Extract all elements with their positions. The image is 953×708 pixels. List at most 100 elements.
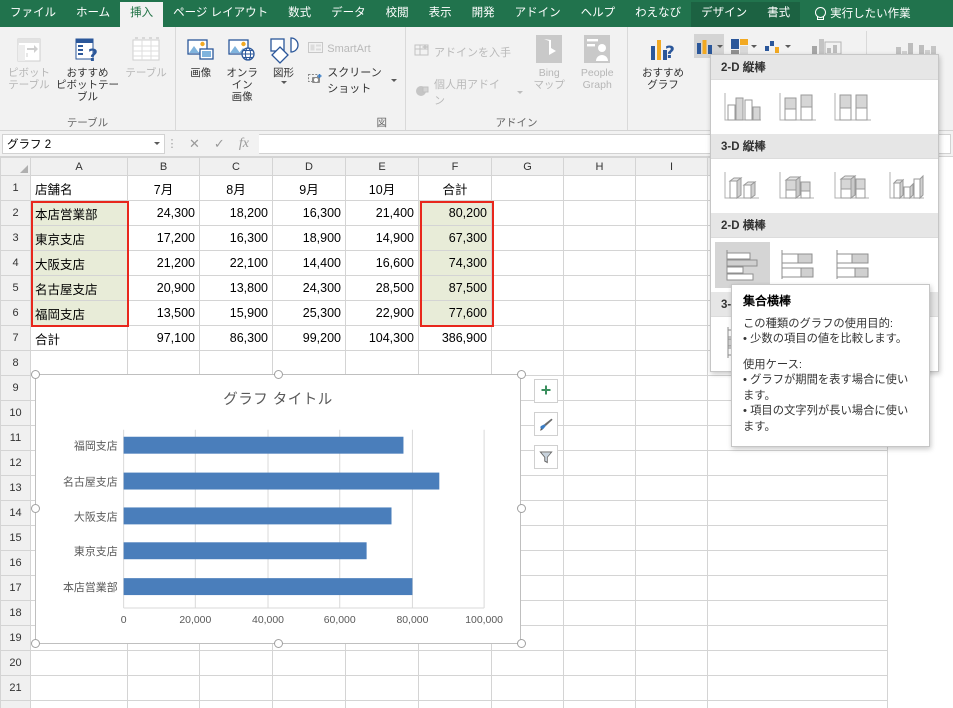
chevron-down-icon[interactable] (516, 90, 523, 94)
cell-b7[interactable]: 97,100 (127, 325, 200, 351)
cell-g22[interactable] (491, 700, 564, 708)
cell-a3[interactable]: 東京支店 (30, 225, 128, 251)
cell-a1[interactable]: 店舗名 (30, 175, 128, 201)
cell-h3[interactable] (563, 225, 636, 251)
cell-b4[interactable]: 21,200 (127, 250, 200, 276)
chevron-down-icon[interactable] (716, 44, 723, 48)
cell-d1[interactable]: 9月 (272, 175, 346, 201)
row-header-14[interactable]: 14 (0, 500, 31, 526)
cell-g1[interactable] (491, 175, 564, 201)
cell-c3[interactable]: 16,300 (199, 225, 273, 251)
cell-d6[interactable]: 25,300 (272, 300, 346, 326)
row-header-10[interactable]: 10 (0, 400, 31, 426)
cell-f8[interactable] (418, 350, 492, 376)
shapes-button[interactable]: 図形 (263, 31, 304, 86)
chart-type-stacked-bar[interactable] (770, 242, 825, 288)
cell-a4[interactable]: 大阪支店 (30, 250, 128, 276)
cell-c5[interactable]: 13,800 (199, 275, 273, 301)
cell-j17[interactable] (707, 575, 888, 601)
tab-formulas[interactable]: 数式 (278, 2, 321, 27)
resize-handle-tl[interactable] (31, 370, 40, 379)
cell-h7[interactable] (563, 325, 636, 351)
chevron-down-icon[interactable] (154, 142, 160, 145)
cell-b3[interactable]: 17,200 (127, 225, 200, 251)
tell-me-box[interactable]: 実行したい作業 (800, 1, 917, 27)
cell-c4[interactable]: 22,100 (199, 250, 273, 276)
cell-g21[interactable] (491, 675, 564, 701)
cell-a6[interactable]: 福岡支店 (30, 300, 128, 326)
cell-d2[interactable]: 16,300 (272, 200, 346, 226)
cell-d20[interactable] (272, 650, 346, 676)
cell-h18[interactable] (563, 600, 636, 626)
resize-handle-tc[interactable] (274, 370, 283, 379)
column-header-d[interactable]: D (272, 157, 346, 176)
cell-i9[interactable] (635, 375, 708, 401)
cell-g2[interactable] (491, 200, 564, 226)
cell-g20[interactable] (491, 650, 564, 676)
cell-d7[interactable]: 99,200 (272, 325, 346, 351)
cell-c20[interactable] (199, 650, 273, 676)
cell-j16[interactable] (707, 550, 888, 576)
cell-c6[interactable]: 15,900 (199, 300, 273, 326)
cell-h11[interactable] (563, 425, 636, 451)
cell-b8[interactable] (127, 350, 200, 376)
column-header-i[interactable]: I (635, 157, 708, 176)
cell-g7[interactable] (491, 325, 564, 351)
chart-object[interactable]: グラフ タイトル 福岡支店 名古屋支店 大阪支店 東京支店 本店営業部 0 20… (35, 374, 521, 644)
cell-i8[interactable] (635, 350, 708, 376)
chart-type-3d-stacked-column[interactable] (770, 163, 825, 209)
tab-file[interactable]: ファイル (0, 2, 66, 27)
cell-h22[interactable] (563, 700, 636, 708)
cell-b1[interactable]: 7月 (127, 175, 200, 201)
cell-a8[interactable] (30, 350, 128, 376)
chevron-down-icon[interactable] (784, 44, 791, 48)
cell-g3[interactable] (491, 225, 564, 251)
cell-c2[interactable]: 18,200 (199, 200, 273, 226)
cell-i5[interactable] (635, 275, 708, 301)
cell-i12[interactable] (635, 450, 708, 476)
cell-i19[interactable] (635, 625, 708, 651)
cell-a20[interactable] (30, 650, 128, 676)
cell-h4[interactable] (563, 250, 636, 276)
tab-insert[interactable]: 挿入 (120, 2, 164, 27)
cell-i2[interactable] (635, 200, 708, 226)
row-header-5[interactable]: 5 (0, 275, 31, 301)
recommended-charts-button[interactable]: ? おすすめ グラフ (632, 31, 694, 93)
cell-e1[interactable]: 10月 (345, 175, 419, 201)
cell-b2[interactable]: 24,300 (127, 200, 200, 226)
cell-j20[interactable] (707, 650, 888, 676)
name-box[interactable]: グラフ 2 (2, 133, 165, 154)
tab-page-layout[interactable]: ページ レイアウト (163, 2, 278, 27)
cell-h2[interactable] (563, 200, 636, 226)
cell-f7[interactable]: 386,900 (418, 325, 492, 351)
tab-data[interactable]: データ (321, 2, 376, 27)
formula-bar-grip[interactable]: ⋮ (165, 137, 179, 150)
cell-i14[interactable] (635, 500, 708, 526)
cell-h6[interactable] (563, 300, 636, 326)
cell-d5[interactable]: 24,300 (272, 275, 346, 301)
chart-type-3d-100-stacked-column[interactable] (825, 163, 880, 209)
cancel-icon[interactable]: ✕ (189, 136, 200, 152)
row-header-13[interactable]: 13 (0, 475, 31, 501)
row-header-2[interactable]: 2 (0, 200, 31, 226)
cell-h8[interactable] (563, 350, 636, 376)
cell-j19[interactable] (707, 625, 888, 651)
cell-b5[interactable]: 20,900 (127, 275, 200, 301)
cell-a22[interactable] (30, 700, 128, 708)
cell-f5[interactable]: 87,500 (418, 275, 492, 301)
tab-review[interactable]: 校閲 (376, 2, 419, 27)
cell-h5[interactable] (563, 275, 636, 301)
chart-type-100-stacked-column[interactable] (825, 84, 880, 130)
column-header-e[interactable]: E (345, 157, 419, 176)
cell-f1[interactable]: 合計 (418, 175, 492, 201)
cell-e21[interactable] (345, 675, 419, 701)
cell-e22[interactable] (345, 700, 419, 708)
cell-e6[interactable]: 22,900 (345, 300, 419, 326)
cell-h15[interactable] (563, 525, 636, 551)
cell-e8[interactable] (345, 350, 419, 376)
tab-home[interactable]: ホーム (66, 2, 120, 27)
row-header-1[interactable]: 1 (0, 175, 31, 201)
cell-j15[interactable] (707, 525, 888, 551)
cell-c8[interactable] (199, 350, 273, 376)
row-header-18[interactable]: 18 (0, 600, 31, 626)
